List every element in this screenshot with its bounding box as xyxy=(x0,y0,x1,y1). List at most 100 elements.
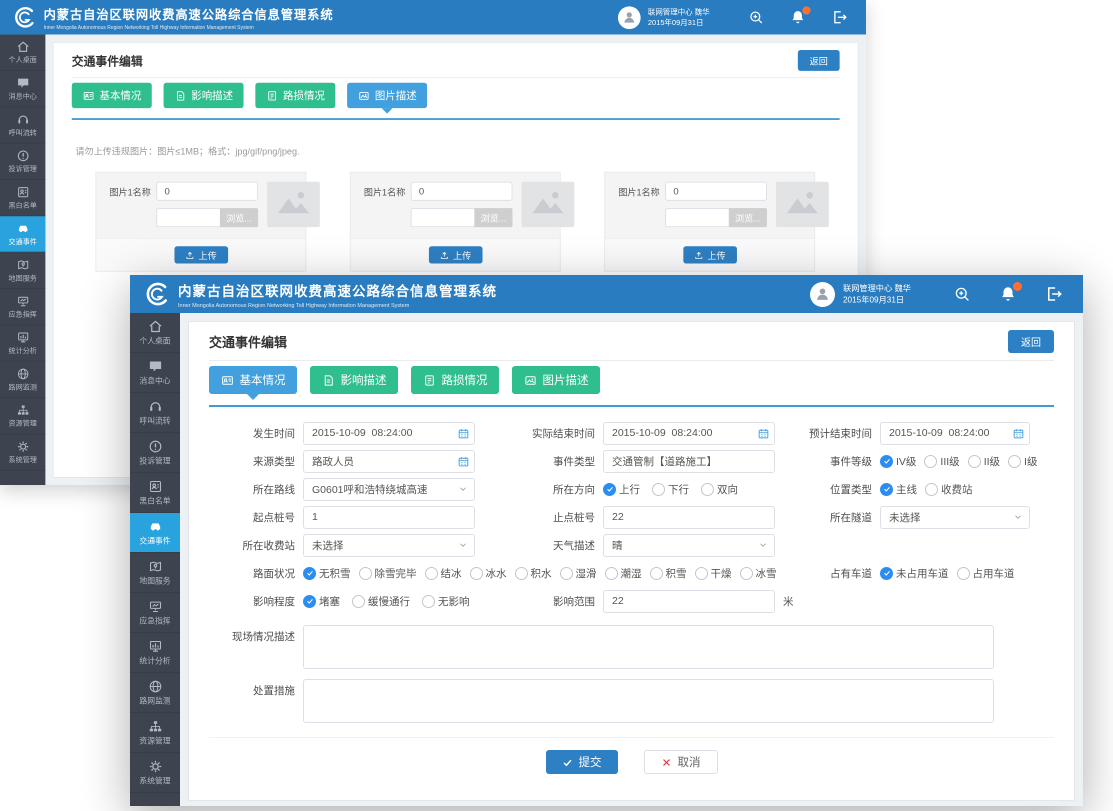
calendar-icon[interactable] xyxy=(1007,423,1029,444)
impact-range-input[interactable] xyxy=(604,595,774,607)
picture-name-input[interactable] xyxy=(157,186,257,197)
picture-name-input[interactable] xyxy=(412,186,512,197)
sidebar-item-network[interactable]: 路网监测 xyxy=(0,362,45,398)
event-level-option-1[interactable]: III级 xyxy=(924,454,959,469)
location-type-option-1[interactable]: 收费站 xyxy=(925,482,973,497)
road-surface-option-9[interactable]: 冰雪 xyxy=(740,566,777,581)
picture-name-input[interactable] xyxy=(666,186,766,197)
sidebar-item-complaint[interactable]: 投诉管理 xyxy=(130,433,180,473)
search-icon[interactable] xyxy=(953,285,971,303)
back-button[interactable]: 返回 xyxy=(1008,330,1054,353)
tab-damage[interactable]: 路损情况 xyxy=(411,366,499,394)
road-surface-option-8[interactable]: 干燥 xyxy=(695,566,732,581)
sidebar-item-roster[interactable]: 黑白名单 xyxy=(130,473,180,513)
file-path-input[interactable]: 浏览... xyxy=(156,208,258,227)
sidebar-item-desktop[interactable]: 个人桌面 xyxy=(130,313,180,353)
sidebar-item-emergency[interactable]: 应急指挥 xyxy=(130,593,180,633)
calendar-icon[interactable] xyxy=(452,423,474,444)
road-surface-option-5[interactable]: 湿滑 xyxy=(560,566,597,581)
scene-description-textarea[interactable] xyxy=(303,625,994,669)
sidebar-item-call[interactable]: 呼叫流转 xyxy=(0,107,45,143)
lane-occupation-option-1[interactable]: 占用车道 xyxy=(957,566,1015,581)
browse-button[interactable]: 浏览... xyxy=(729,208,767,227)
road-surface-option-7[interactable]: 积雪 xyxy=(650,566,687,581)
sidebar-item-network[interactable]: 路网监测 xyxy=(130,673,180,713)
avatar[interactable] xyxy=(618,6,641,29)
impact-degree-option-1[interactable]: 缓慢通行 xyxy=(352,594,410,609)
impact-degree-option-2[interactable]: 无影响 xyxy=(422,594,470,609)
sidebar-item-resource[interactable]: 资源管理 xyxy=(0,398,45,434)
event-level-option-2[interactable]: II级 xyxy=(968,454,1000,469)
direction-option-1[interactable]: 下行 xyxy=(652,482,689,497)
location-type-option-0[interactable]: 主线 xyxy=(880,482,917,497)
tab-picture[interactable]: 图片描述 xyxy=(512,366,600,394)
logout-icon[interactable] xyxy=(1045,285,1063,303)
sidebar-item-desktop[interactable]: 个人桌面 xyxy=(0,35,45,71)
weather-select[interactable]: 晴 xyxy=(603,534,775,557)
toll-station-select[interactable]: 未选择 xyxy=(303,534,475,557)
event-level-option-3[interactable]: I级 xyxy=(1008,454,1037,469)
form-field: 路面状况无积雪除雪完毕结冰冰水积水湿滑潮湿积雪干燥冰雪 xyxy=(209,566,794,581)
impact-degree-option-0[interactable]: 堵塞 xyxy=(303,594,340,609)
tab-picture[interactable]: 图片描述 xyxy=(347,83,427,108)
lane-occupation-option-0[interactable]: 未占用车道 xyxy=(880,566,949,581)
upload-button[interactable]: 上传 xyxy=(428,246,482,263)
file-path-input[interactable]: 浏览... xyxy=(665,208,767,227)
upload-button[interactable]: 上传 xyxy=(683,246,737,263)
road-surface-option-3[interactable]: 冰水 xyxy=(470,566,507,581)
upload-button[interactable]: 上传 xyxy=(174,246,228,263)
event-level-option-0[interactable]: IV级 xyxy=(880,454,916,469)
sidebar-item-map[interactable]: 地图服务 xyxy=(0,253,45,289)
sidebar-item-system[interactable]: 系统管理 xyxy=(0,434,45,470)
event-type-input[interactable] xyxy=(604,455,774,467)
direction-option-0[interactable]: 上行 xyxy=(603,482,640,497)
sidebar-item-complaint[interactable]: 投诉管理 xyxy=(0,144,45,180)
sidebar-item-call[interactable]: 呼叫流转 xyxy=(130,393,180,433)
end-stake-input[interactable] xyxy=(604,511,774,523)
occur-time-input[interactable] xyxy=(304,427,452,439)
sidebar-item-resource[interactable]: 资源管理 xyxy=(130,713,180,753)
search-icon[interactable] xyxy=(748,9,764,25)
sidebar-item-message[interactable]: 消息中心 xyxy=(130,353,180,393)
disposal-measures-textarea[interactable] xyxy=(303,679,994,723)
sidebar-item-emergency[interactable]: 应急指挥 xyxy=(0,289,45,325)
submit-button[interactable]: 提交 xyxy=(546,750,618,774)
tab-basic[interactable]: 基本情况 xyxy=(72,83,152,108)
bell-icon[interactable] xyxy=(790,9,806,25)
calendar-icon[interactable] xyxy=(752,423,774,444)
road-surface-option-4[interactable]: 积水 xyxy=(515,566,552,581)
browse-button[interactable]: 浏览... xyxy=(474,208,512,227)
tab-impact[interactable]: 影响描述 xyxy=(164,83,244,108)
road-surface-option-2[interactable]: 结冰 xyxy=(425,566,462,581)
road-surface-option-1[interactable]: 除雪完毕 xyxy=(359,566,417,581)
tab-damage[interactable]: 路损情况 xyxy=(255,83,335,108)
screenshot-stage: 内蒙古自治区联网收费高速公路综合信息管理系统 Inner Mongolia Au… xyxy=(0,0,1113,811)
sidebar-item-traffic[interactable]: 交通事件 xyxy=(0,216,45,252)
tunnel-select[interactable]: 未选择 xyxy=(880,506,1030,529)
direction-option-2[interactable]: 双向 xyxy=(701,482,738,497)
calendar-icon[interactable] xyxy=(452,451,474,472)
source-type-input[interactable] xyxy=(304,455,452,467)
sidebar-item-roster[interactable]: 黑白名单 xyxy=(0,180,45,216)
sidebar-item-system[interactable]: 系统管理 xyxy=(130,753,180,793)
bell-icon[interactable] xyxy=(999,285,1017,303)
road-surface-option-0[interactable]: 无积雪 xyxy=(303,566,351,581)
start-stake-input[interactable] xyxy=(304,511,474,523)
sidebar-item-traffic[interactable]: 交通事件 xyxy=(130,513,180,553)
cancel-button[interactable]: 取消 xyxy=(644,750,718,774)
logout-icon[interactable] xyxy=(831,9,847,25)
avatar[interactable] xyxy=(810,282,835,307)
tab-basic[interactable]: 基本情况 xyxy=(209,366,297,394)
file-path-input[interactable]: 浏览... xyxy=(411,208,513,227)
planned-end-time-input[interactable] xyxy=(881,427,1007,439)
back-button[interactable]: 返回 xyxy=(798,50,840,71)
road-surface-option-6[interactable]: 潮湿 xyxy=(605,566,642,581)
sidebar-item-stats[interactable]: 统计分析 xyxy=(0,325,45,361)
actual-end-time-input[interactable] xyxy=(604,427,752,439)
sidebar-item-map[interactable]: 地图服务 xyxy=(130,553,180,593)
browse-button[interactable]: 浏览... xyxy=(220,208,258,227)
sidebar-item-stats[interactable]: 统计分析 xyxy=(130,633,180,673)
sidebar-item-message[interactable]: 消息中心 xyxy=(0,71,45,107)
tab-impact[interactable]: 影响描述 xyxy=(310,366,398,394)
route-select[interactable]: G0601呼和浩特绕城高速 xyxy=(303,478,475,501)
